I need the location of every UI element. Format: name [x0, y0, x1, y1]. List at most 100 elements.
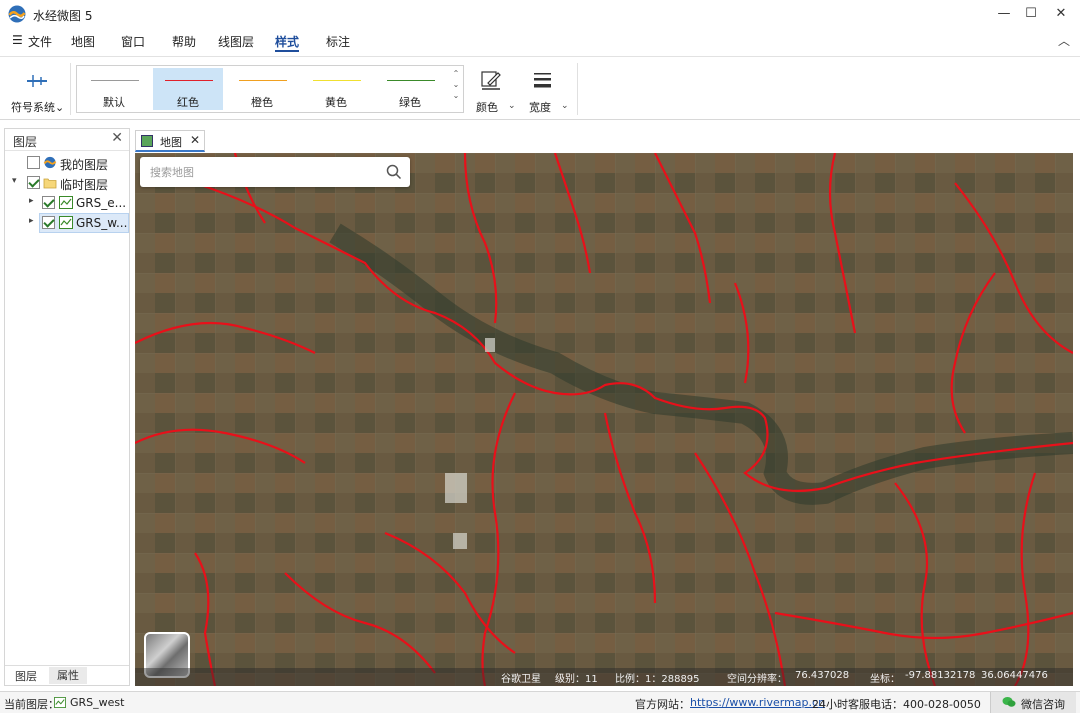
layer-panel-title: 图层	[13, 135, 38, 149]
panel-tabs: 图层 属性	[5, 665, 129, 685]
map-coord-label: 坐标：	[870, 674, 900, 685]
tree-item-grs-east[interactable]: ▸ GRS_e...	[5, 193, 129, 213]
swatch-line	[313, 80, 361, 81]
symbol-system-button[interactable]: 符号系统⌄	[8, 67, 66, 115]
tree-item-temp-layers[interactable]: ▾ 临时图层	[5, 173, 129, 193]
swatch-line	[239, 80, 287, 81]
globe-icon	[43, 156, 57, 169]
symbol-system-label: 符号系统⌄	[11, 101, 65, 114]
layer-panel-header: 图层 ✕	[5, 129, 129, 151]
menu-line-layer[interactable]: 线图层	[218, 33, 254, 50]
map-latitude: 36.06447476	[981, 670, 1048, 681]
map-longitude: -97.88132178	[905, 670, 976, 681]
line-width-icon	[534, 73, 551, 88]
swatch-line	[387, 80, 435, 81]
expand-icon[interactable]: ▸	[29, 196, 34, 206]
map-level: 级别：11	[555, 674, 598, 685]
polyline-layer-icon	[54, 697, 66, 708]
website-label: 官方网站：	[635, 698, 690, 711]
search-input[interactable]	[150, 163, 380, 181]
minimize-button[interactable]: —	[989, 4, 1019, 24]
expand-icon[interactable]: ▾	[12, 176, 17, 186]
menu-file[interactable]: 文件	[28, 33, 52, 50]
menu-annotation[interactable]: 标注	[326, 33, 350, 50]
chevron-down-icon: ⌄	[55, 101, 65, 114]
app-title: 水经微图 5	[33, 9, 93, 23]
chevron-down-icon: ⌄	[561, 101, 569, 111]
style-orange[interactable]: 橙色	[227, 68, 297, 110]
app-logo-icon	[8, 5, 26, 23]
collapse-ribbon-icon[interactable]: ︿	[1058, 32, 1070, 49]
polyline-layer-icon	[59, 196, 73, 209]
wechat-consult-button[interactable]: 微信咨询	[990, 692, 1076, 713]
style-label: 绿色	[399, 96, 421, 109]
layer-checkbox[interactable]	[42, 216, 55, 229]
tree-item-grs-west[interactable]: ▸ GRS_w...	[5, 213, 129, 233]
tab-map[interactable]: 地图 ✕	[135, 130, 205, 152]
layer-label: 临时图层	[60, 178, 109, 192]
map-search-box	[140, 157, 410, 187]
swatch-line	[165, 80, 213, 81]
expand-icon[interactable]: ▸	[29, 216, 34, 226]
separator	[577, 63, 578, 115]
gallery-scroll[interactable]: ⌃ ⌄ ⌄	[451, 68, 461, 110]
search-icon[interactable]	[386, 164, 402, 180]
tab-layers[interactable]: 图层	[15, 668, 37, 684]
style-label: 橙色	[251, 96, 273, 109]
tab-close-icon[interactable]: ✕	[190, 133, 200, 147]
color-button[interactable]: 颜色 ⌄	[472, 67, 516, 115]
menu-window[interactable]: 窗口	[121, 33, 145, 50]
map-resolution: 76.437028	[795, 670, 850, 681]
map-resolution-label: 空间分辨率：	[727, 674, 787, 685]
layer-label: 我的图层	[60, 158, 109, 172]
tree-item-my-layers[interactable]: 我的图层	[5, 153, 129, 173]
website-link[interactable]: https://www.rivermap.cn	[690, 696, 825, 709]
map-icon	[141, 135, 153, 147]
map-status-bar: 谷歌卫星 级别：11 比例：1：288895 空间分辨率： 76.437028 …	[135, 668, 1073, 686]
layer-checkbox[interactable]	[27, 156, 40, 169]
hotline: 24小时客服电话：400-028-0050	[812, 698, 981, 711]
style-label: 黄色	[325, 96, 347, 109]
layer-label: GRS_e...	[76, 196, 127, 210]
chevron-down-icon: ⌄	[508, 101, 516, 111]
swatch-line	[91, 80, 139, 81]
gallery-more-icon[interactable]: ⌄	[451, 90, 461, 101]
tab-properties[interactable]: 属性	[49, 667, 87, 684]
layer-label: GRS_w...	[76, 216, 128, 230]
menu-help[interactable]: 帮助	[172, 33, 196, 50]
style-green[interactable]: 绿色	[375, 68, 445, 110]
width-label: 宽度	[529, 101, 551, 114]
current-layer-name: GRS_west	[70, 696, 125, 709]
layer-checkbox[interactable]	[42, 196, 55, 209]
menu-icon[interactable]: ☰	[12, 33, 23, 47]
wechat-label: 微信咨询	[1021, 698, 1065, 711]
panel-close-icon[interactable]: ✕	[111, 130, 123, 146]
menu-bar: ☰ 文件 地图 窗口 帮助 线图层 样式 标注	[0, 28, 1080, 54]
style-default[interactable]: 默认	[79, 68, 149, 110]
close-button[interactable]: ✕	[1046, 4, 1076, 24]
satellite-imagery	[135, 153, 1073, 686]
pen-icon	[481, 71, 501, 90]
gallery-up-icon[interactable]: ⌃	[451, 68, 461, 79]
status-bar: 当前图层： GRS_west 官方网站： https://www.riverma…	[0, 691, 1080, 713]
polyline-layer-icon	[59, 216, 73, 229]
style-gallery: 默认 红色 橙色 黄色 绿色 ⌃ ⌄ ⌄	[76, 65, 464, 113]
active-menu-indicator	[275, 50, 299, 52]
separator	[70, 63, 71, 115]
color-label: 颜色	[476, 101, 498, 114]
map-source: 谷歌卫星	[501, 674, 541, 685]
tab-map-label: 地图	[160, 136, 182, 149]
current-layer-label: 当前图层：	[4, 698, 59, 711]
gallery-down-icon[interactable]: ⌄	[451, 79, 461, 90]
width-button[interactable]: 宽度 ⌄	[525, 67, 569, 115]
menu-map[interactable]: 地图	[71, 33, 95, 50]
ribbon: 符号系统⌄ 默认 红色 橙色 黄色 绿色 ⌃ ⌄ ⌄ 颜色 ⌄ 宽度 ⌄	[0, 56, 1080, 120]
style-red[interactable]: 红色	[153, 68, 223, 110]
style-yellow[interactable]: 黄色	[301, 68, 371, 110]
maximize-button[interactable]: ☐	[1016, 4, 1046, 24]
menu-style[interactable]: 样式	[275, 33, 299, 50]
layer-panel: 图层 ✕ 我的图层 ▾ 临时图层 ▸ GRS_e... ▸ GRS_w... 图…	[4, 128, 130, 686]
layer-checkbox[interactable]	[27, 176, 40, 189]
map-view[interactable]: 谷歌卫星 级别：11 比例：1：288895 空间分辨率： 76.437028 …	[135, 153, 1073, 686]
map-scale: 比例：1：288895	[615, 674, 700, 685]
